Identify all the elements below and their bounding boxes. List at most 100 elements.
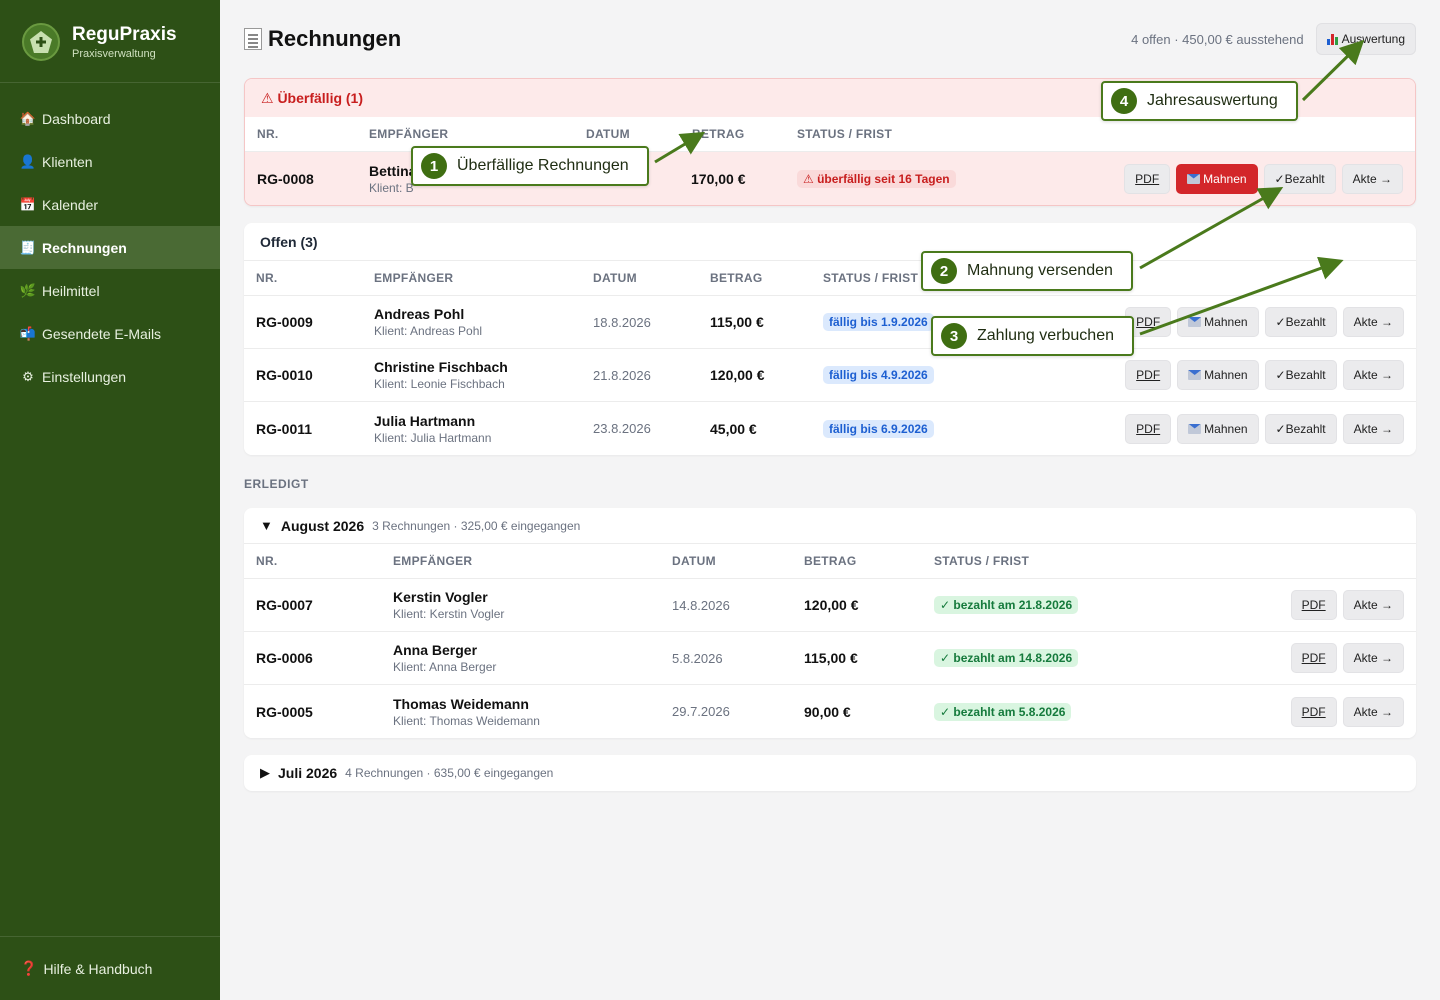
evaluation-button[interactable]: Auswertung — [1315, 23, 1416, 55]
person-icon: 👤 — [19, 153, 37, 169]
evaluation-button-label: Auswertung — [1341, 32, 1405, 46]
mark-paid-button[interactable]: ✓Bezahlt — [1264, 307, 1337, 337]
table-row[interactable]: RG-0006 Anna Berger Klient: Anna Berger … — [244, 632, 1416, 685]
recipient-client: Klient: Andreas Pohl — [374, 324, 483, 338]
status-badge: ✓ bezahlt am 21.8.2026 — [934, 596, 1079, 614]
pdf-button[interactable]: PDF — [1124, 163, 1171, 194]
remind-button[interactable]: Mahnen — [1176, 163, 1258, 194]
row-actions: PDF Mahnen ✓Bezahlt Akte → — [1125, 402, 1404, 455]
col-date: DATUM — [593, 271, 637, 285]
table-row[interactable]: RG-0005 Thomas Weidemann Klient: Thomas … — [244, 685, 1416, 738]
brand: ReguPraxis Praxisverwaltung — [0, 0, 220, 83]
question-icon: ❓ — [20, 960, 38, 976]
sidebar-item-emails[interactable]: 📬 Gesendete E-Mails — [0, 312, 220, 355]
sidebar-item-label: Gesendete E-Mails — [42, 325, 162, 342]
mail-icon — [1188, 317, 1202, 327]
remind-button[interactable]: Mahnen — [1177, 360, 1259, 390]
table-row[interactable]: RG-0010 Christine Fischbach Klient: Leon… — [244, 349, 1416, 402]
invoice-amount: 115,00 € — [710, 314, 764, 330]
sidebar-item-kalender[interactable]: 📅 Kalender — [0, 183, 220, 226]
recipient-name: Andreas Pohl — [374, 306, 465, 322]
table-row[interactable]: RG-0011 Julia Hartmann Klient: Julia Har… — [244, 402, 1416, 455]
file-button[interactable]: Akte → — [1342, 696, 1404, 727]
invoice-amount: 120,00 € — [804, 597, 859, 613]
recipient-client: Klient: Leonie Fischbach — [374, 377, 505, 391]
file-button[interactable]: Akte → — [1342, 590, 1404, 620]
col-amount: BETRAG — [804, 554, 857, 568]
invoice-date: 14.8.2026 — [672, 597, 730, 613]
month-group-july: ▶ Juli 2026 4 Rechnungen · 635,00 € eing… — [244, 755, 1416, 791]
herb-icon: 🌿 — [19, 282, 37, 298]
sidebar-item-klienten[interactable]: 👤 Klienten — [0, 140, 220, 183]
month-group-header[interactable]: ▶ Juli 2026 4 Rechnungen · 635,00 € eing… — [244, 755, 1416, 791]
table-row[interactable]: RG-0007 Kerstin Vogler Klient: Kerstin V… — [244, 579, 1416, 632]
table-header: NR. EMPFÄNGER DATUM BETRAG STATUS / FRIS… — [244, 544, 1416, 579]
table-row[interactable]: RG-0009 Andreas Pohl Klient: Andreas Poh… — [244, 296, 1416, 349]
recipient: Anna Berger Klient: Anna Berger — [393, 642, 672, 674]
callout-3: 3 Zahlung verbuchen — [931, 316, 1134, 356]
remind-button[interactable]: Mahnen — [1177, 307, 1259, 337]
sidebar-item-label: Einstellungen — [42, 368, 127, 385]
file-button[interactable]: Akte → — [1342, 360, 1404, 390]
col-status: STATUS / FRIST — [797, 127, 893, 141]
done-section-label: ERLEDIGT — [244, 476, 309, 491]
sidebar-item-rechnungen[interactable]: 🧾 Rechnungen — [0, 226, 220, 269]
callout-number: 1 — [421, 153, 447, 179]
receipt-icon — [244, 28, 262, 50]
status-badge: ✓ bezahlt am 5.8.2026 — [934, 702, 1072, 721]
sidebar-item-heilmittel[interactable]: 🌿 Heilmittel — [0, 269, 220, 312]
sidebar-item-dashboard[interactable]: 🏠 Dashboard — [0, 97, 220, 140]
recipient-name: Anna Berger — [393, 642, 478, 658]
pdf-button[interactable]: PDF — [1125, 413, 1172, 444]
status-badge: ⚠ überfällig seit 16 Tagen — [797, 169, 956, 188]
month-group-header[interactable]: ▼ August 2026 3 Rechnungen · 325,00 € ei… — [244, 508, 1416, 544]
invoice-number: RG-0006 — [256, 650, 313, 666]
open-section: Offen (3) NR. EMPFÄNGER DATUM BETRAG STA… — [244, 223, 1416, 455]
invoice-date: 21.8.2026 — [593, 367, 651, 383]
invoice-number: RG-0009 — [256, 314, 313, 330]
pdf-button[interactable]: PDF — [1290, 643, 1337, 673]
row-actions: PDF Mahnen ✓Bezahlt Akte → — [1124, 152, 1403, 205]
month-meta: 4 Rechnungen · 635,00 € eingegangen — [345, 766, 554, 780]
callout-4: 4 Jahresauswertung — [1101, 81, 1298, 121]
invoice-number: RG-0007 — [256, 597, 313, 613]
file-button[interactable]: Akte → — [1342, 643, 1404, 673]
mark-paid-button[interactable]: ✓Bezahlt — [1264, 360, 1337, 390]
recipient-client: Klient: Kerstin Vogler — [393, 607, 505, 621]
summary-text: 4 offen · 450,00 € ausstehend — [1131, 31, 1304, 47]
col-date: DATUM — [672, 554, 716, 568]
recipient-client: Klient: Julia Hartmann — [374, 430, 492, 445]
col-status: STATUS / FRIST — [823, 271, 919, 285]
sidebar-item-label: Heilmittel — [42, 282, 100, 299]
file-button[interactable]: Akte → — [1341, 163, 1403, 194]
pdf-button[interactable]: PDF — [1290, 696, 1337, 727]
open-title: Offen (3) — [244, 223, 1416, 261]
row-actions: PDF Akte → — [1290, 579, 1404, 631]
help-link[interactable]: ❓ Hilfe & Handbuch — [0, 936, 220, 1000]
file-button[interactable]: Akte → — [1342, 307, 1404, 337]
mark-paid-button[interactable]: ✓Bezahlt — [1263, 163, 1336, 194]
recipient-name: Christine Fischbach — [374, 359, 508, 375]
mark-paid-button[interactable]: ✓Bezahlt — [1264, 413, 1337, 444]
col-date: DATUM — [586, 127, 630, 141]
sidebar-item-einstellungen[interactable]: ⚙ Einstellungen — [0, 355, 220, 398]
callout-number: 3 — [941, 323, 967, 349]
callout-number: 4 — [1111, 88, 1137, 114]
status-badge: ✓ bezahlt am 14.8.2026 — [934, 649, 1079, 667]
col-nr: NR. — [257, 127, 279, 141]
col-amount: BETRAG — [710, 271, 763, 285]
recipient-client: Klient: Thomas Weidemann — [393, 713, 540, 728]
invoice-number: RG-0008 — [257, 170, 314, 187]
mailbox-icon: 📬 — [19, 325, 37, 341]
collapse-toggle-icon: ▼ — [260, 518, 273, 533]
col-recipient: EMPFÄNGER — [369, 127, 449, 141]
remind-button[interactable]: Mahnen — [1177, 413, 1259, 444]
invoice-amount: 120,00 € — [710, 367, 765, 383]
file-button[interactable]: Akte → — [1342, 413, 1404, 444]
bar-chart-icon — [1326, 33, 1338, 45]
pdf-button[interactable]: PDF — [1125, 360, 1172, 390]
house-icon: 🏠 — [19, 110, 37, 126]
invoice-date: 29.7.2026 — [672, 704, 730, 719]
pdf-button[interactable]: PDF — [1290, 590, 1337, 620]
expand-toggle-icon: ▶ — [260, 765, 270, 780]
